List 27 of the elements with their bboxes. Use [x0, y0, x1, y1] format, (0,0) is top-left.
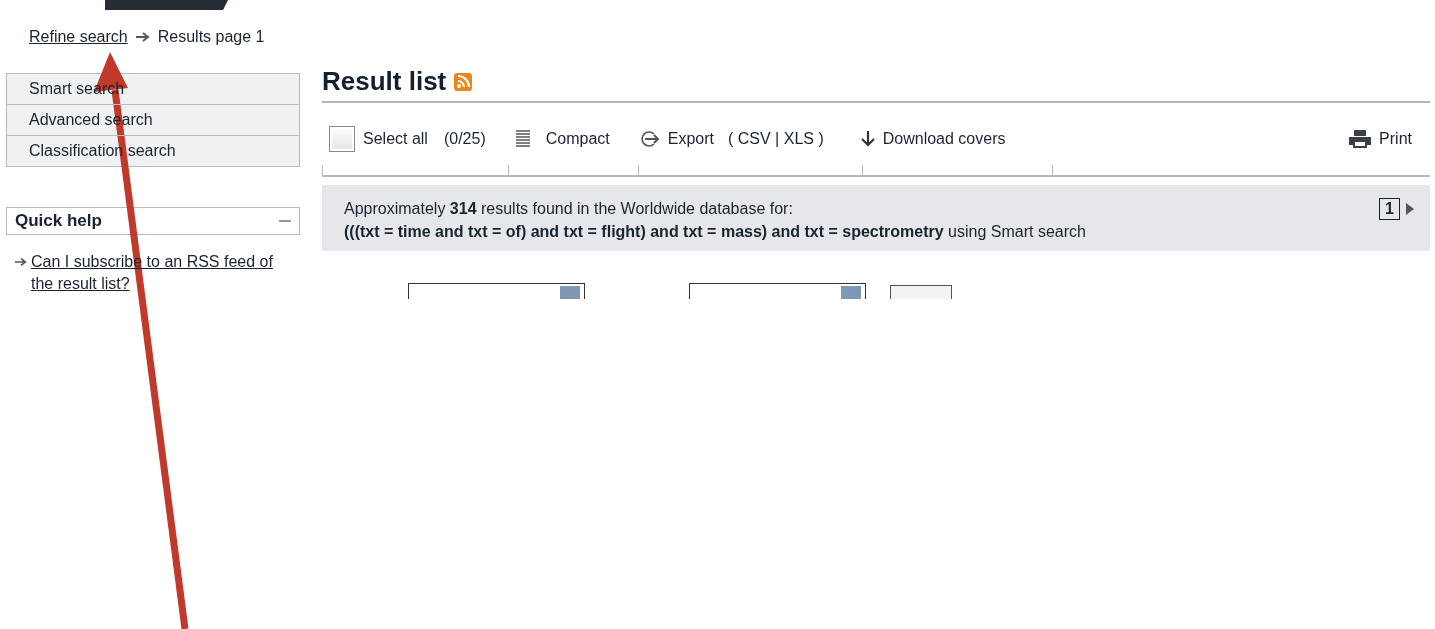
quick-help-title: Quick help: [15, 211, 102, 231]
select-all-checkbox[interactable]: [329, 126, 355, 152]
sort-order-field[interactable]: [689, 283, 866, 299]
select-all-label[interactable]: Select all: [363, 130, 428, 148]
rss-icon[interactable]: [454, 72, 473, 91]
export-button[interactable]: Export: [667, 130, 714, 148]
export-icon: [639, 130, 660, 148]
selection-count: (0/25): [443, 130, 486, 148]
compact-button[interactable]: Compact: [515, 130, 610, 148]
printer-icon: [1349, 130, 1372, 148]
next-page-icon[interactable]: [1406, 203, 1414, 215]
results-count-text: Approximately 314 results found in the Worldwide database for:: [344, 199, 793, 219]
list-icon: [515, 130, 530, 148]
search-query-text: (((txt = time and txt = of) and txt = flight) and txt = mass) and txt = spectrometry using Smart search: [344, 222, 1086, 242]
refine-search-link[interactable]: Refine search: [29, 28, 128, 46]
page-title: Result list: [322, 66, 447, 97]
export-formats[interactable]: ( CSV | XLS ): [728, 130, 824, 148]
quick-help-header[interactable]: Quick help: [6, 207, 300, 235]
breadcrumb-current: Results page 1: [157, 28, 265, 46]
page-number[interactable]: 1: [1379, 198, 1400, 220]
header-tab[interactable]: [105, 0, 228, 10]
print-button[interactable]: Print: [1349, 130, 1412, 148]
download-covers-button[interactable]: Download covers: [860, 130, 1006, 148]
down-arrow-icon: [860, 131, 875, 147]
sort-by-field[interactable]: [408, 283, 585, 299]
arrow-icon: [15, 257, 27, 267]
arrow-icon: [135, 32, 150, 42]
